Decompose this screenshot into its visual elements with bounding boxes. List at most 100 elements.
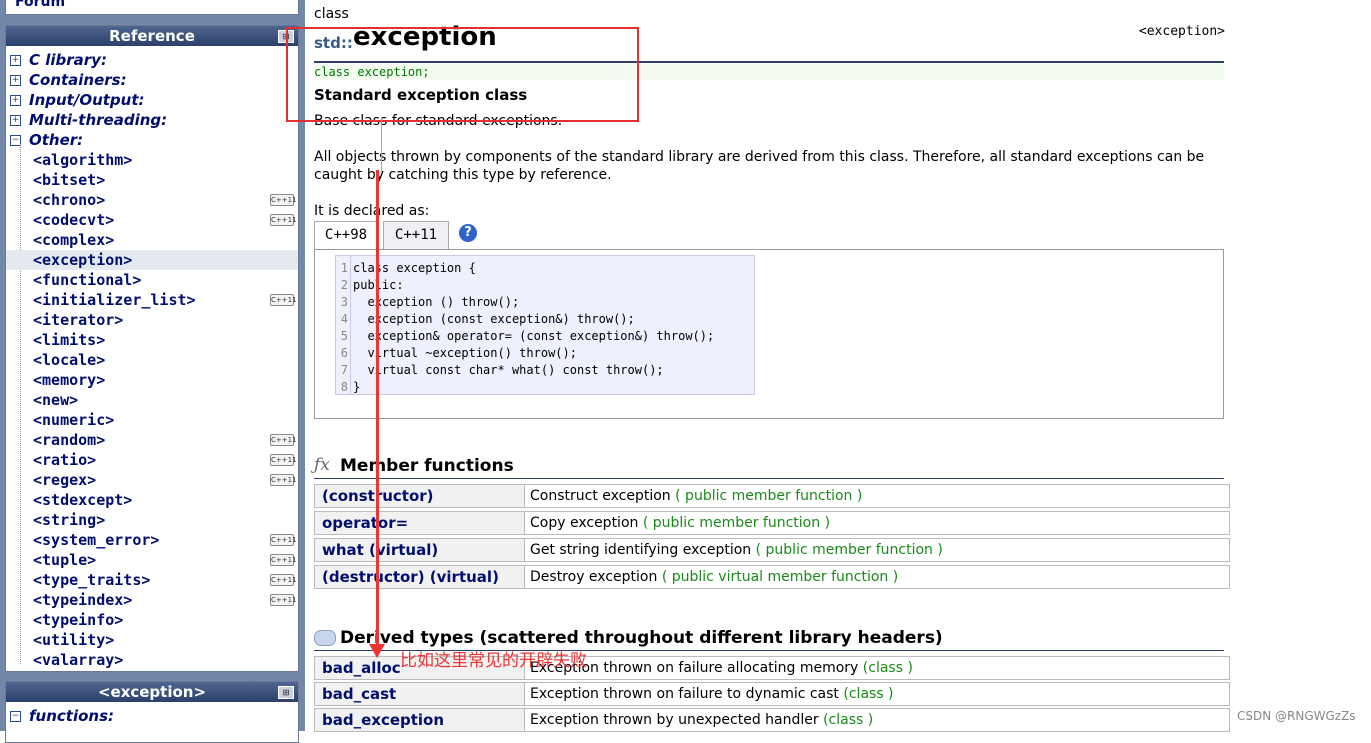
expand-icon[interactable]: + <box>10 115 21 126</box>
member-link[interactable]: bad_cast <box>315 683 525 705</box>
forum-box: Forum <box>5 0 299 15</box>
header-link-label: <random> <box>33 431 106 449</box>
sidebar-item-header[interactable]: <limits> <box>33 330 105 350</box>
line-number: 5 <box>340 329 348 343</box>
reference-title: Reference <box>109 27 195 45</box>
sidebar-item-header[interactable]: <tuple> <box>33 550 96 570</box>
sidebar-item-header[interactable]: <complex> <box>33 230 114 250</box>
header-link-label: <numeric> <box>33 411 115 429</box>
table-row: (destructor) (virtual) Destroy exception … <box>314 565 1230 589</box>
table-row: what (virtual) Get string identifying exc… <box>314 538 1230 562</box>
exception-panel: <exception> ⊞ − functions: <box>5 681 299 743</box>
tree-category-item[interactable]: + Containers: <box>10 70 127 90</box>
code-line: virtual const char* what() const throw()… <box>353 363 664 377</box>
member-kind: ( public virtual member function ) <box>661 569 899 585</box>
sidebar-item-header[interactable]: <typeinfo> <box>33 610 123 630</box>
member-link[interactable]: (destructor) (virtual) <box>315 566 525 588</box>
description-long: All objects thrown by components of the … <box>314 149 1205 183</box>
member-description-cell: Exception thrown on failure to dynamic c… <box>526 683 894 705</box>
cpp11-badge: C++11 <box>270 294 297 306</box>
member-link[interactable]: operator= <box>315 512 525 534</box>
header-link-label: <functional> <box>33 271 142 289</box>
code-line: } <box>353 380 361 394</box>
cpp11-badge: C++11 <box>270 594 297 606</box>
sidebar-item-header[interactable]: <stdexcept> <box>33 490 132 510</box>
annotation-connector <box>381 118 382 173</box>
member-description-cell: Destroy exception ( public virtual membe… <box>526 566 898 588</box>
sidebar-item-header[interactable]: <system_error> <box>33 530 159 550</box>
sidebar-item-header[interactable]: <algorithm> <box>33 150 132 170</box>
forum-link[interactable]: Forum <box>15 0 65 10</box>
sidebar-item-header[interactable]: <typeindex> <box>33 590 132 610</box>
sidebar-item-header[interactable]: <numeric> <box>33 410 114 430</box>
header-link-label: <initializer_list> <box>33 291 196 309</box>
sidebar-item-header[interactable]: <utility> <box>33 630 114 650</box>
sidebar-item-header[interactable]: <new> <box>33 390 78 410</box>
tree-category-item[interactable]: + Input/Output: <box>10 90 145 110</box>
header-link-label: <limits> <box>33 331 106 349</box>
header-link-label: <string> <box>33 511 106 529</box>
code-line: class exception { <box>353 261 476 275</box>
member-kind: (class ) <box>862 660 913 676</box>
sidebar-item-header[interactable]: <locale> <box>33 350 105 370</box>
expand-icon[interactable]: + <box>10 55 21 66</box>
sidebar-item-header[interactable]: <type_traits> <box>33 570 150 590</box>
member-description-cell: Construct exception ( public member func… <box>526 485 862 507</box>
category-label: Other: <box>29 131 84 149</box>
tree-category-item[interactable]: + C library: <box>10 50 107 70</box>
table-row: bad_exception Exception thrown by unexpec… <box>314 708 1230 732</box>
header-link-label: <exception> <box>33 251 133 269</box>
sidebar-item-header[interactable]: <string> <box>33 510 105 530</box>
sidebar-item-header[interactable]: <codecvt> <box>33 210 114 230</box>
reference-panel: Reference ⊞ + C library: + Containers: + Inpu… <box>5 25 299 672</box>
collapse-icon[interactable]: − <box>10 711 21 722</box>
function-icon: ƒx <box>314 455 330 475</box>
sidebar-item-header[interactable]: <memory> <box>33 370 105 390</box>
member-description: Exception thrown by unexpected handler <box>530 712 819 728</box>
line-number: 4 <box>340 312 348 326</box>
sidebar-item-header[interactable]: <iterator> <box>33 310 123 330</box>
expand-icon[interactable]: + <box>10 75 21 86</box>
header-link-label: <utility> <box>33 631 115 649</box>
help-icon[interactable]: ? <box>459 224 477 242</box>
header-link-label: <typeinfo> <box>33 611 124 629</box>
member-kind: ( public member function ) <box>675 488 863 504</box>
sidebar-item-header[interactable]: <regex> <box>33 470 96 490</box>
cpp11-badge: C++11 <box>270 454 297 466</box>
reference-panel-header: Reference ⊞ <box>6 26 298 46</box>
sidebar-item-header[interactable]: <random> <box>33 430 105 450</box>
sidebar-item-header[interactable]: <valarray> <box>33 650 123 670</box>
tab-cpp98[interactable]: C++98 <box>314 221 378 249</box>
member-link[interactable]: (constructor) <box>315 485 525 507</box>
table-row: operator= Copy exception ( public member … <box>314 511 1230 535</box>
sidebar-item-header[interactable]: <bitset> <box>33 170 105 190</box>
header-link-label: <iterator> <box>33 311 124 329</box>
sidebar-item-header[interactable]: <exception> <box>33 250 132 270</box>
header-link-label: <codecvt> <box>33 211 115 229</box>
member-description: Destroy exception <box>530 569 658 585</box>
sidebar-item-header[interactable]: <chrono> <box>33 190 105 210</box>
expand-icon[interactable]: + <box>10 95 21 106</box>
tree-category-item[interactable]: + Multi-threading: <box>10 110 167 130</box>
header-link[interactable]: <exception> <box>1139 24 1225 39</box>
header-link-label: <stdexcept> <box>33 491 133 509</box>
member-link[interactable]: bad_exception <box>315 709 525 731</box>
tab-cpp11[interactable]: C++11 <box>383 221 449 249</box>
highlight-box <box>286 27 639 122</box>
sidebar-item-header[interactable]: <initializer_list> <box>33 290 196 310</box>
sidebar-item-header[interactable]: <ratio> <box>33 450 96 470</box>
line-number: 7 <box>340 363 348 377</box>
watermark: CSDN @RNGWGzZs <box>1237 709 1356 723</box>
code-box: 1class exception {2public:3 exception ()… <box>314 249 1224 419</box>
entity-kind: class <box>314 6 349 22</box>
tree-item-functions[interactable]: − functions: <box>10 706 114 726</box>
sidebar-item-header[interactable]: <functional> <box>33 270 141 290</box>
line-number: 2 <box>340 278 348 292</box>
pin-icon[interactable]: ⊞ <box>278 686 294 699</box>
header-link-label: <complex> <box>33 231 115 249</box>
member-description-cell: Get string identifying exception ( publi… <box>526 539 943 561</box>
category-label: C library: <box>29 51 107 69</box>
member-link[interactable]: what (virtual) <box>315 539 525 561</box>
cpp11-badge: C++11 <box>270 574 297 586</box>
line-number: 3 <box>340 295 348 309</box>
